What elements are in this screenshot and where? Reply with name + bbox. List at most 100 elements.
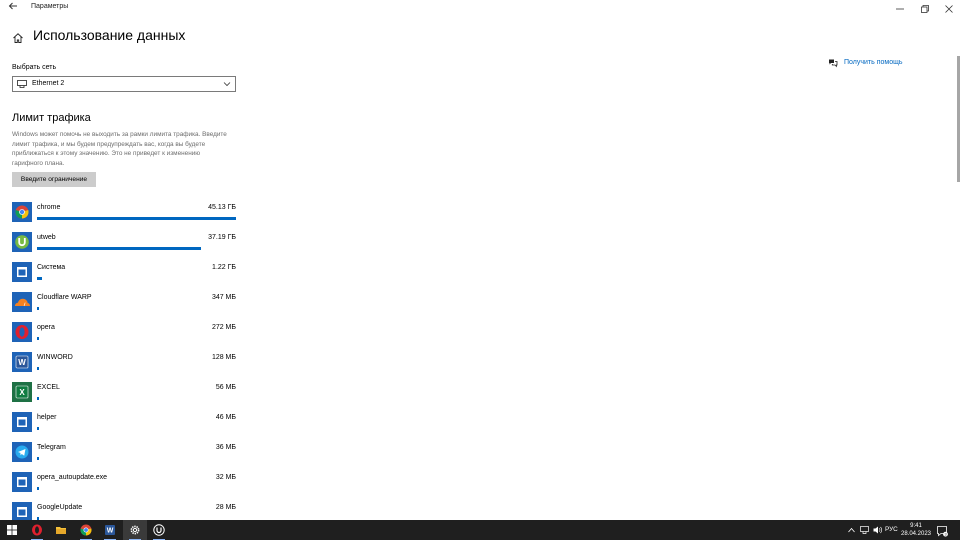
usage-bar-track — [37, 307, 236, 310]
usage-bar — [37, 277, 43, 280]
title-bar: Параметры — [0, 0, 960, 17]
usage-bar — [37, 217, 236, 220]
network-select-label: Выбрать сеть — [12, 64, 57, 71]
start-button[interactable] — [0, 520, 24, 540]
taskbar-word[interactable]: W — [98, 520, 122, 540]
app-name: Cloudflare WARP — [37, 294, 92, 301]
usage-bar — [37, 487, 39, 490]
limit-section-title: Лимит трафика — [12, 112, 91, 124]
app-name: Система — [37, 264, 66, 271]
maximize-button[interactable] — [912, 0, 938, 17]
opera-icon — [12, 322, 32, 342]
usage-bar-track — [37, 277, 236, 280]
volume-icon[interactable] — [873, 526, 882, 534]
chrome-icon — [80, 524, 92, 536]
app-name: Telegram — [37, 444, 66, 451]
notification-center-button[interactable]: 3 — [936, 524, 948, 537]
taskbar-chrome[interactable] — [74, 520, 98, 540]
app-usage-row[interactable]: chrome 45.13 ГБ — [12, 201, 236, 227]
app-data-size: 28 МБ — [215, 504, 236, 511]
app-data-size: 37.19 ГБ — [208, 234, 236, 241]
telegram-icon — [12, 442, 32, 462]
usage-bar-track — [37, 427, 236, 430]
app-data-size: 272 МБ — [211, 324, 236, 331]
app-usage-row[interactable]: X EXCEL 56 МБ — [12, 381, 236, 407]
usage-bar — [37, 457, 39, 460]
svg-text:X: X — [19, 388, 25, 397]
cloudflare-icon — [12, 292, 32, 312]
app-usage-row[interactable]: Система 1.22 ГБ — [12, 261, 236, 287]
network-tray-icon[interactable] — [860, 526, 869, 534]
taskbar-opera[interactable] — [25, 520, 49, 540]
chrome-icon — [12, 202, 32, 222]
usage-bar — [37, 367, 39, 370]
app-data-size: 36 МБ — [215, 444, 236, 451]
app-name: chrome — [37, 204, 61, 211]
taskbar-utorrent[interactable] — [147, 520, 171, 540]
settings-icon — [130, 525, 140, 535]
app-name: opera — [37, 324, 55, 331]
limit-description: Windows может помочь не выходить за рамк… — [12, 131, 227, 168]
network-select-value: Ethernet 2 — [32, 80, 65, 87]
app-usage-row[interactable]: opera_autoupdate.exe 32 МБ — [12, 471, 236, 497]
file-explorer-icon — [56, 527, 66, 534]
svg-text:W: W — [107, 528, 114, 535]
tray-chevron-up-icon[interactable] — [848, 527, 855, 533]
app-usage-row[interactable]: helper 46 МБ — [12, 411, 236, 437]
app-data-size: 32 МБ — [215, 474, 236, 481]
usage-bar — [37, 397, 39, 400]
generic-app-icon — [12, 502, 32, 522]
chevron-down-icon — [223, 82, 231, 87]
app-name: EXCEL — [37, 384, 60, 391]
minimize-icon — [896, 8, 904, 10]
taskbar-explorer[interactable] — [49, 520, 73, 540]
usage-bar-track — [37, 247, 236, 250]
help-link-label: Получить помощь — [844, 59, 903, 66]
app-usage-row[interactable]: Cloudflare WARP 347 МБ — [12, 291, 236, 317]
back-arrow-icon[interactable] — [6, 1, 20, 15]
system-app-icon — [12, 262, 32, 282]
usage-bar-track — [37, 487, 236, 490]
app-usage-row[interactable]: utweb 37.19 ГБ — [12, 231, 236, 257]
app-data-size: 56 МБ — [215, 384, 236, 391]
window-title: Параметры — [31, 3, 69, 10]
usage-bar — [37, 307, 39, 310]
word-icon: W — [105, 525, 115, 535]
app-data-size: 45.13 ГБ — [208, 204, 236, 211]
clock[interactable]: 9:41 28.04.2023 — [896, 522, 936, 538]
app-name: helper — [37, 414, 57, 421]
maximize-icon — [921, 5, 929, 13]
close-button[interactable] — [936, 0, 960, 17]
network-select[interactable]: Ethernet 2 — [12, 76, 236, 92]
close-icon — [945, 5, 953, 13]
minimize-button[interactable] — [887, 0, 913, 17]
clock-time: 9:41 — [910, 523, 922, 529]
app-data-size: 347 МБ — [211, 294, 236, 301]
usage-bar — [37, 337, 39, 340]
app-name: GoogleUpdate — [37, 504, 83, 511]
word-icon: W — [12, 352, 32, 372]
app-name: utweb — [37, 234, 56, 241]
usage-bar — [37, 427, 39, 430]
excel-icon: X — [12, 382, 32, 402]
app-data-size: 128 МБ — [211, 354, 236, 361]
app-data-size: 1.22 ГБ — [212, 264, 236, 271]
usage-bar-track — [37, 457, 236, 460]
page-title: Использование данных — [33, 27, 186, 43]
notification-icon: 3 — [937, 526, 948, 537]
home-icon[interactable] — [12, 31, 24, 43]
app-usage-row[interactable]: W WINWORD 128 МБ — [12, 351, 236, 377]
app-usage-row[interactable]: opera 272 МБ — [12, 321, 236, 347]
set-limit-button[interactable]: Введите ограничение — [12, 172, 96, 187]
ethernet-icon — [17, 80, 27, 88]
generic-app-icon — [12, 412, 32, 432]
svg-text:W: W — [18, 358, 26, 367]
taskbar-settings[interactable] — [123, 520, 147, 540]
usage-bar — [37, 247, 201, 250]
usage-bar-track — [37, 337, 236, 340]
usage-bar-track — [37, 367, 236, 370]
taskbar: W РУС 9:41 28.04.2023 3 — [0, 520, 960, 540]
app-data-size: 46 МБ — [215, 414, 236, 421]
help-chat-icon — [829, 59, 838, 68]
app-usage-row[interactable]: Telegram 36 МБ — [12, 441, 236, 467]
